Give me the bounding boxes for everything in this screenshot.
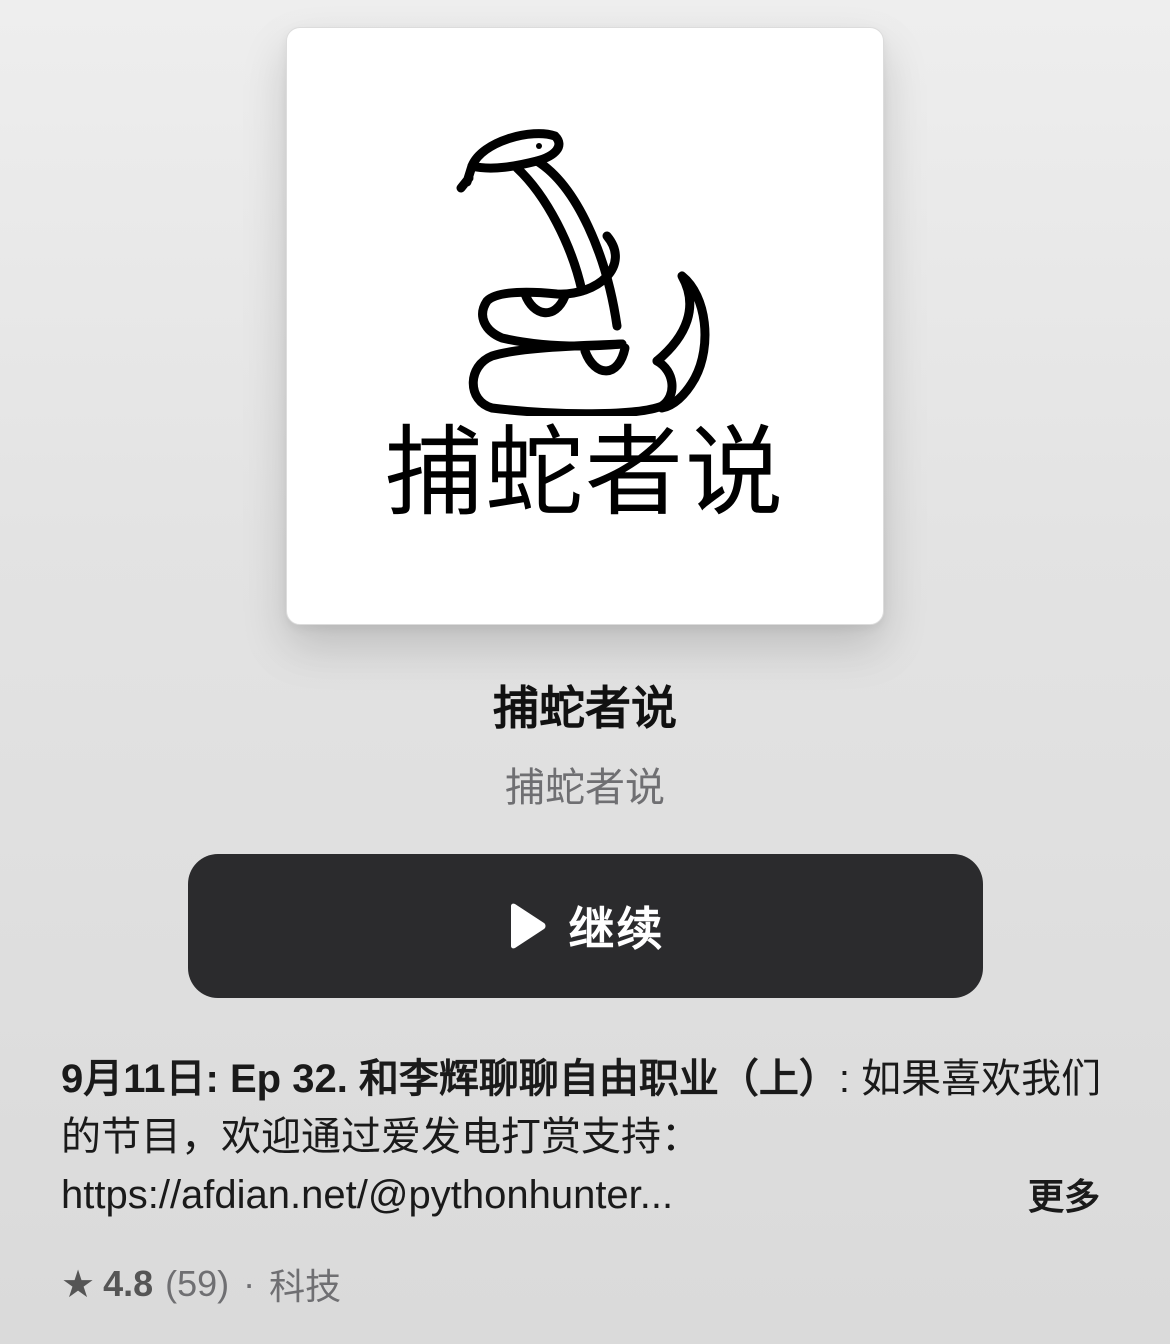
podcast-title: 捕蛇者说 [493, 682, 677, 734]
rating-count: (59) [165, 1263, 230, 1304]
star-icon: ★ [61, 1263, 96, 1306]
play-label: 继续 [568, 903, 665, 955]
podcast-artwork: 捕蛇者说 [286, 27, 884, 625]
rating-value: 4.8 [103, 1263, 154, 1304]
episode-title: Ep 32. 和李辉聊聊自由职业（上） [229, 1057, 839, 1101]
podcast-author[interactable]: 捕蛇者说 [0, 755, 1170, 813]
episode-description[interactable]: 9月11日: Ep 32. 和李辉聊聊自由职业（上）: 如果喜欢我们的节目，欢迎… [61, 1050, 1111, 1224]
snake-logo-icon [456, 129, 710, 416]
meta-separator: · [243, 1263, 256, 1304]
category-label[interactable]: 科技 [269, 1258, 341, 1310]
more-button[interactable]: 更多 [1028, 1168, 1100, 1220]
episode-date: 9月11日 [61, 1057, 206, 1101]
artwork-title-text: 捕蛇者说 [384, 416, 785, 530]
podcast-meta: ★ 4.8 (59) · 科技 [61, 1258, 341, 1310]
play-icon [510, 903, 545, 949]
resume-play-button[interactable]: 继续 [188, 854, 983, 998]
